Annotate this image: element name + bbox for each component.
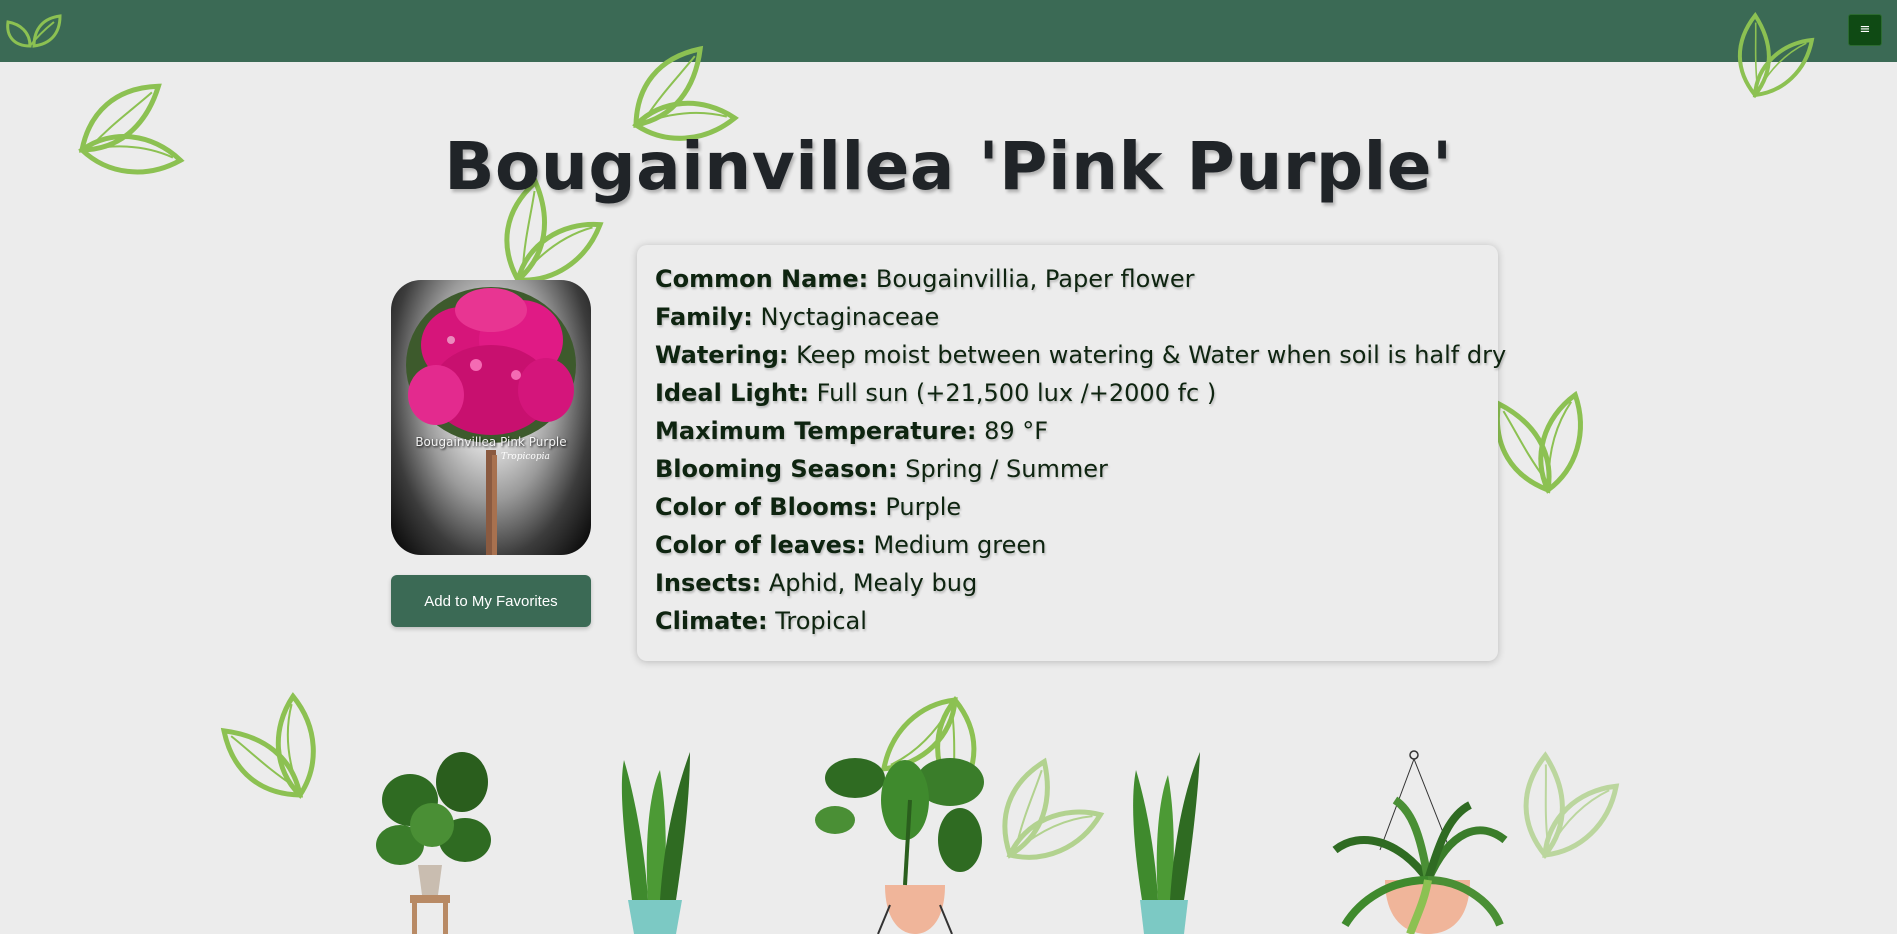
double-leaf-logo-icon[interactable] bbox=[4, 8, 62, 50]
detail-value: 89 °F bbox=[984, 417, 1049, 445]
detail-row-bloom-color: Color of Blooms: Purple bbox=[655, 488, 1498, 526]
detail-value: Aphid, Mealy bug bbox=[768, 569, 978, 597]
detail-row-watering: Watering: Keep moist between watering & … bbox=[655, 336, 1506, 374]
detail-label: Watering: bbox=[655, 341, 789, 369]
bougainvillea-tree-image bbox=[406, 287, 576, 555]
detail-row-max-temperature: Maximum Temperature: 89 °F bbox=[655, 412, 1498, 450]
leaf-icon bbox=[869, 694, 1000, 823]
monstera-plant-illustration bbox=[376, 752, 491, 934]
detail-label: Blooming Season: bbox=[655, 455, 898, 483]
top-navbar: ≡ bbox=[0, 0, 1897, 62]
detail-label: Ideal Light: bbox=[655, 379, 810, 407]
detail-label: Color of leaves: bbox=[655, 531, 866, 559]
detail-value: Spring / Summer bbox=[905, 455, 1108, 483]
detail-value: Full sun (+21,500 lux /+2000 fc ) bbox=[816, 379, 1217, 407]
detail-value: Nyctaginaceae bbox=[760, 303, 940, 331]
detail-value: Medium green bbox=[873, 531, 1047, 559]
plant-details-card: Common Name: Bougainvillia, Paper flower… bbox=[637, 245, 1506, 661]
hanging-spider-plant-illustration bbox=[1332, 750, 1508, 934]
leaf-icon bbox=[1501, 733, 1632, 862]
snake-plant-illustration bbox=[1133, 752, 1200, 934]
detail-row-family: Family: Nyctaginaceae bbox=[655, 298, 1498, 336]
add-to-favorites-button[interactable]: Add to My Favorites bbox=[391, 575, 591, 627]
detail-value: Bougainvillia, Paper flower bbox=[875, 265, 1195, 293]
detail-label: Family: bbox=[655, 303, 753, 331]
detail-row-common-name: Common Name: Bougainvillia, Paper flower bbox=[655, 260, 1498, 298]
plant-photo: Bougainvillea Pink Purple Tropicopia bbox=[391, 280, 591, 555]
detail-value: Keep moist between watering & Water when… bbox=[796, 341, 1507, 369]
leaf-icon bbox=[994, 754, 1106, 862]
detail-label: Color of Blooms: bbox=[655, 493, 878, 521]
hamburger-menu-icon: ≡ bbox=[1859, 22, 1871, 37]
detail-row-blooming-season: Blooming Season: Spring / Summer bbox=[655, 450, 1498, 488]
snake-plant-illustration bbox=[621, 752, 690, 934]
detail-label: Maximum Temperature: bbox=[655, 417, 977, 445]
fiddle-leaf-plant-illustration bbox=[815, 758, 984, 934]
photo-caption: Bougainvillea Pink Purple bbox=[415, 435, 567, 449]
photo-watermark: Tropicopia bbox=[501, 452, 550, 462]
page-title: Bougainvillea 'Pink Purple' bbox=[444, 128, 1453, 205]
hamburger-menu-button[interactable]: ≡ bbox=[1848, 14, 1882, 46]
detail-row-ideal-light: Ideal Light: Full sun (+21,500 lux /+200… bbox=[655, 374, 1498, 412]
leaf-icon bbox=[215, 686, 323, 798]
detail-label: Insects: bbox=[655, 569, 762, 597]
detail-row-insects: Insects: Aphid, Mealy bug bbox=[655, 564, 1498, 602]
detail-row-climate: Climate: Tropical bbox=[655, 602, 1498, 640]
detail-value: Purple bbox=[885, 493, 962, 521]
detail-value: Tropical bbox=[775, 607, 867, 635]
detail-label: Common Name: bbox=[655, 265, 869, 293]
detail-label: Climate: bbox=[655, 607, 768, 635]
detail-row-leaf-color: Color of leaves: Medium green bbox=[655, 526, 1498, 564]
